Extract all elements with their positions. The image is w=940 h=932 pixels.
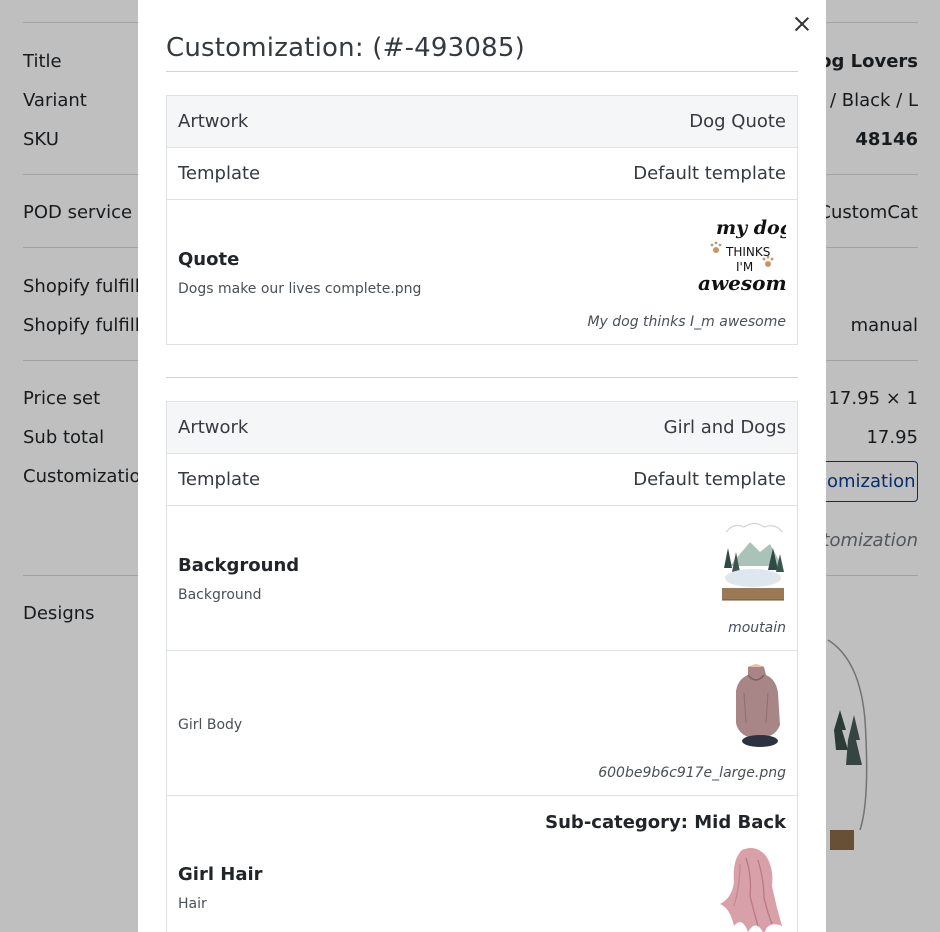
layer-name: Background [178, 555, 300, 576]
close-icon[interactable] [792, 14, 812, 34]
layer-name: Quote [178, 249, 240, 270]
artwork-row: Artwork Dog Quote [167, 96, 797, 147]
template-value: Default template [633, 163, 786, 184]
artwork-value: Dog Quote [689, 111, 786, 132]
thumb-text-1: my dog [716, 217, 786, 239]
template-row: Template Default template [167, 453, 797, 505]
template-value: Default template [633, 469, 786, 490]
customization-table-girl-and-dogs: Artwork Girl and Dogs Template Default t… [166, 401, 798, 932]
artwork-label: Artwork [178, 111, 249, 132]
sub-category-label: Sub-category: Mid Back [545, 812, 786, 833]
layer-name: Girl Hair [178, 864, 263, 885]
layer-row-quote: Quote Dogs make our lives complete.png m… [167, 199, 797, 344]
girl-body-thumbnail[interactable] [726, 663, 786, 749]
template-label: Template [178, 469, 261, 490]
layer-file: Girl Body [178, 717, 243, 733]
layer-caption: moutain [728, 620, 786, 636]
layer-file: Dogs make our lives complete.png [178, 281, 422, 297]
girl-hair-thumbnail[interactable] [712, 846, 786, 932]
layer-row-girl-body: Girl Body 600be9b6c917e_large.png [167, 650, 797, 795]
title-divider [166, 71, 798, 72]
background-artwork-thumbnail[interactable] [720, 518, 786, 606]
thumb-text-2: THINKS [725, 245, 770, 259]
layer-caption: 600be9b6c917e_large.png [598, 765, 786, 781]
template-label: Template [178, 163, 261, 184]
customization-table-dog-quote: Artwork Dog Quote Template Default templ… [166, 95, 798, 345]
template-row: Template Default template [167, 147, 797, 199]
modal-title: Customization: (#-493085) [166, 33, 525, 63]
section-divider [166, 377, 798, 378]
layer-row-girl-hair: Sub-category: Mid Back Girl Hair Hair [167, 795, 797, 932]
customization-modal: Customization: (#-493085) Artwork Dog Qu… [138, 0, 826, 932]
artwork-value: Girl and Dogs [663, 417, 786, 438]
artwork-label: Artwork [178, 417, 249, 438]
layer-file: Hair [178, 896, 207, 912]
layer-row-background: Background Background moutain [167, 505, 797, 650]
layer-file: Background [178, 587, 262, 603]
artwork-row: Artwork Girl and Dogs [167, 402, 797, 453]
thumb-text-4: awesome [698, 271, 786, 295]
quote-artwork-thumbnail[interactable]: my dog THINKS I'M awesome [696, 212, 786, 296]
layer-caption: My dog thinks I_m awesome [587, 314, 786, 330]
